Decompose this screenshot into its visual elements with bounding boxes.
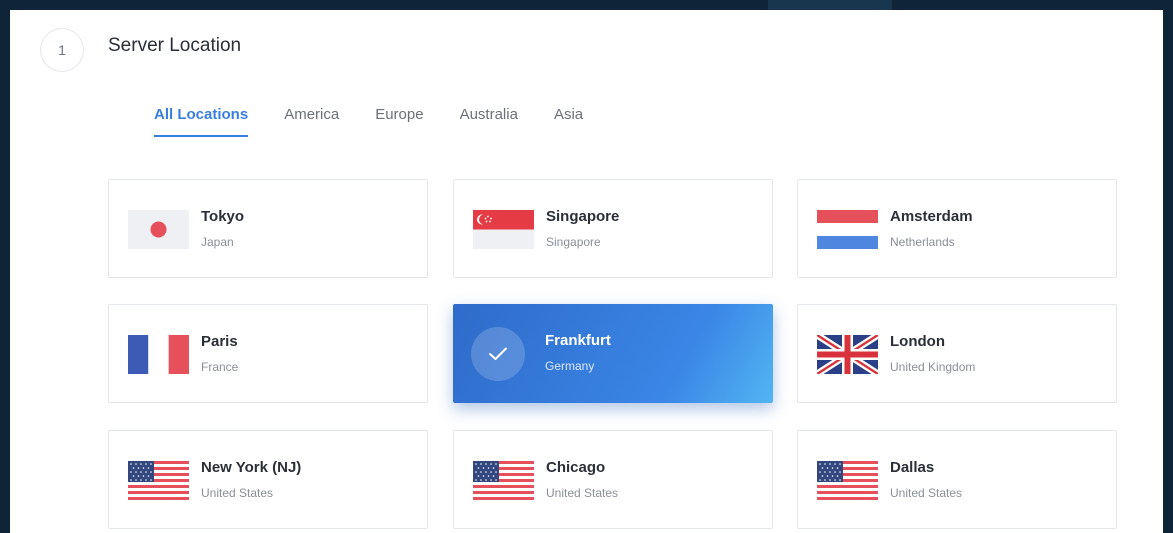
us-flag-icon (473, 461, 534, 500)
step-number: 1 (40, 28, 84, 72)
city-name: London (890, 333, 945, 350)
location-card-frankfurt[interactable]: Frankfurt Germany (453, 304, 773, 403)
location-card-london[interactable]: London United Kingdom (797, 304, 1117, 403)
location-card-amsterdam[interactable]: Amsterdam Netherlands (797, 179, 1117, 278)
check-icon (489, 347, 507, 360)
japan-flag-icon (128, 210, 189, 249)
country-name: Netherlands (890, 235, 955, 249)
city-name: Dallas (890, 459, 935, 476)
country-name: United States (890, 486, 963, 500)
location-card-singapore[interactable]: Singapore Singapore (453, 179, 773, 278)
us-flag-icon (817, 461, 878, 500)
section-title: Server Location (108, 35, 242, 56)
country-name: United Kingdom (890, 360, 976, 374)
tab-australia[interactable]: Australia (460, 106, 518, 137)
city-name: Amsterdam (890, 208, 973, 225)
country-name: Singapore (546, 235, 601, 249)
top-bar-accent (768, 0, 892, 10)
country-name: United States (546, 486, 619, 500)
location-card-dallas[interactable]: Dallas United States (797, 430, 1117, 529)
tab-europe[interactable]: Europe (375, 106, 423, 137)
tab-america[interactable]: America (284, 106, 339, 137)
city-name: Tokyo (201, 208, 245, 225)
city-name: Frankfurt (545, 332, 611, 349)
city-name: Chicago (546, 459, 606, 476)
server-location-panel: 1 Server Location All Locations America … (10, 10, 1163, 533)
country-name: France (201, 360, 239, 374)
location-card-chicago[interactable]: Chicago United States (453, 430, 773, 529)
location-card-paris[interactable]: Paris France (108, 304, 428, 403)
city-name: Paris (201, 333, 238, 350)
tab-asia[interactable]: Asia (554, 106, 583, 137)
city-name: New York (NJ) (201, 459, 302, 476)
location-card-new-york[interactable]: New York (NJ) United States (108, 430, 428, 529)
country-name: Japan (201, 235, 234, 249)
netherlands-flag-icon (817, 210, 878, 249)
tab-all-locations[interactable]: All Locations (154, 106, 249, 137)
country-name: United States (201, 486, 274, 500)
selected-badge (471, 327, 525, 381)
france-flag-icon (128, 335, 189, 374)
region-tabs: All Locations America Europe Australia A… (154, 106, 619, 137)
city-name: Singapore (546, 208, 620, 225)
uk-flag-icon (817, 335, 878, 374)
country-name: Germany (545, 359, 595, 373)
singapore-flag-icon (473, 210, 534, 249)
us-flag-icon (128, 461, 189, 500)
location-card-tokyo[interactable]: Tokyo Japan (108, 179, 428, 278)
